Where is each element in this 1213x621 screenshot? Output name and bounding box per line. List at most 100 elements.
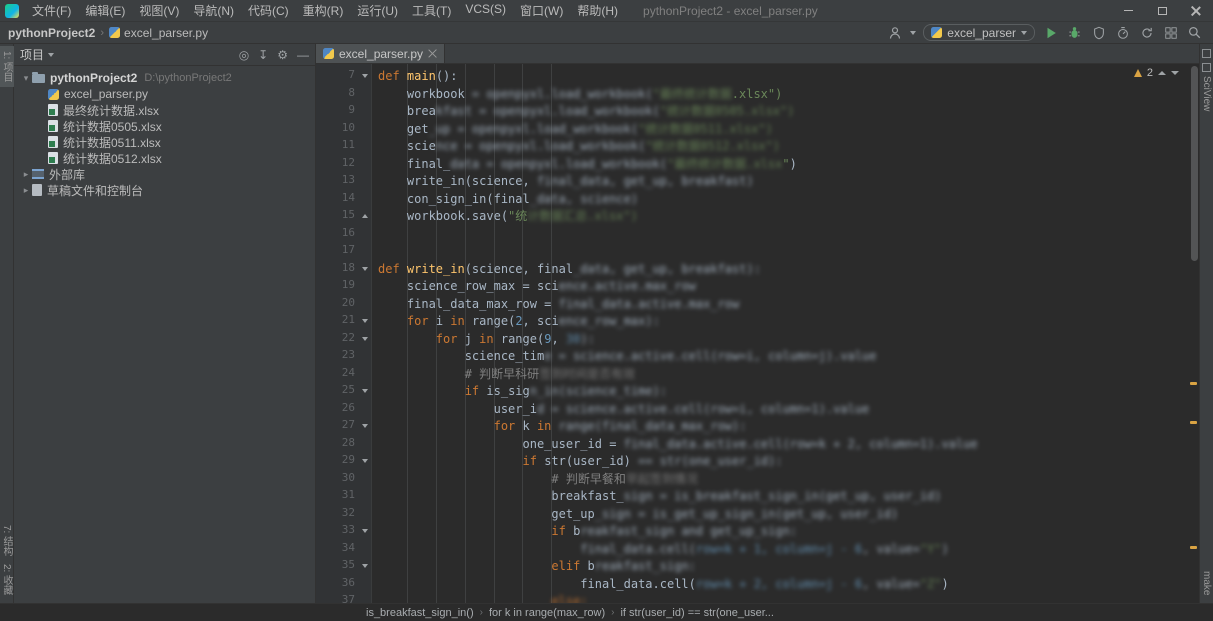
coverage-button[interactable] xyxy=(1090,24,1107,41)
code-line-28: one_user_id = final_data.active.cell(row… xyxy=(378,436,1199,454)
chevron-down-icon[interactable] xyxy=(910,31,916,35)
window-controls xyxy=(1111,0,1213,22)
menu-bar: 文件(F)编辑(E)视图(V)导航(N)代码(C)重构(R)运行(U)工具(T)… xyxy=(25,2,625,19)
close-tab-icon[interactable] xyxy=(428,49,437,58)
tree-item-label: pythonProject2 xyxy=(50,71,137,85)
fold-down-icon[interactable] xyxy=(362,529,368,533)
right-stripe-icon[interactable] xyxy=(1202,49,1211,58)
scratch-icon xyxy=(32,184,42,196)
locate-icon[interactable]: ◎ xyxy=(239,48,249,62)
tree-item[interactable]: ▸ 草稿文件和控制台 xyxy=(14,182,315,198)
tool-stripe-make[interactable]: make xyxy=(1201,571,1212,595)
editor-body[interactable]: 7891011121314151617181920212223242526272… xyxy=(316,64,1199,603)
chevron-down-icon[interactable]: ▾ xyxy=(20,73,32,84)
profiler-button[interactable] xyxy=(1114,24,1131,41)
fold-down-icon[interactable] xyxy=(362,267,368,271)
fold-down-icon[interactable] xyxy=(362,389,368,393)
hide-icon[interactable]: — xyxy=(297,48,309,62)
tree-item[interactable]: 统计数据0511.xlsx xyxy=(14,134,315,150)
warning-stripe-mark[interactable] xyxy=(1190,546,1197,549)
tree-item[interactable]: 统计数据0512.xlsx xyxy=(14,150,315,166)
tool-stripe-structure[interactable]: 7: 结构 xyxy=(0,525,14,556)
menu-导航(N)[interactable]: 导航(N) xyxy=(186,2,241,19)
run-configuration-select[interactable]: excel_parser xyxy=(923,24,1035,41)
warning-stripe-mark[interactable] xyxy=(1190,382,1197,385)
menu-工具(T)[interactable]: 工具(T) xyxy=(405,2,458,19)
rerun-button[interactable] xyxy=(1138,24,1155,41)
maximize-button[interactable] xyxy=(1145,0,1179,22)
menu-运行(U)[interactable]: 运行(U) xyxy=(350,2,405,19)
tree-item-label: 外部库 xyxy=(49,166,85,183)
fold-down-icon[interactable] xyxy=(362,564,368,568)
next-warning-icon[interactable] xyxy=(1171,71,1179,75)
user-icon xyxy=(887,25,903,41)
tree-item-label: 草稿文件和控制台 xyxy=(47,182,143,199)
menu-窗口(W)[interactable]: 窗口(W) xyxy=(513,2,570,19)
status-crumb-function[interactable]: is_breakfast_sign_in() xyxy=(366,607,474,619)
close-icon xyxy=(1191,6,1201,16)
python-config-icon xyxy=(931,27,942,38)
code-area[interactable]: def main(): workbook = openpyxl.load_wor… xyxy=(372,64,1199,603)
fold-down-icon[interactable] xyxy=(362,337,368,341)
tool-stripe-favorites[interactable]: 2: 收藏 xyxy=(0,564,14,595)
warning-stripe-mark[interactable] xyxy=(1190,421,1197,424)
tool-stripe-sciview[interactable]: SciView xyxy=(1201,76,1212,111)
search-everywhere-button[interactable] xyxy=(1186,24,1203,41)
code-line-11: science = openpyxl.load_workbook("统计数据05… xyxy=(378,138,1199,156)
fold-up-icon[interactable] xyxy=(362,214,368,218)
menu-重构(R)[interactable]: 重构(R) xyxy=(296,2,351,19)
minimize-button[interactable] xyxy=(1111,0,1145,22)
menu-代码(C)[interactable]: 代码(C) xyxy=(241,2,296,19)
status-crumb-condition[interactable]: if str(user_id) == str(one_user... xyxy=(620,607,773,619)
tree-item[interactable]: 统计数据0505.xlsx xyxy=(14,118,315,134)
chevron-right-icon[interactable]: ▸ xyxy=(20,169,32,180)
tab-excel-parser[interactable]: excel_parser.py xyxy=(316,44,445,63)
tree-item[interactable]: ▾pythonProject2D:\pythonProject2 xyxy=(14,70,315,86)
tree-item[interactable]: 最终统计数据.xlsx xyxy=(14,102,315,118)
breadcrumb-project[interactable]: pythonProject2 xyxy=(8,26,95,40)
run-button[interactable] xyxy=(1042,24,1059,41)
chevron-right-icon[interactable]: ▸ xyxy=(20,185,32,196)
code-line-21: for i in range(2, science_row_max): xyxy=(378,313,1199,331)
close-button[interactable] xyxy=(1179,0,1213,22)
chevron-down-icon[interactable] xyxy=(48,53,54,57)
tree-item[interactable]: ▸ 外部库 xyxy=(14,166,315,182)
fold-down-icon[interactable] xyxy=(362,74,368,78)
fold-down-icon[interactable] xyxy=(362,424,368,428)
menu-文件(F)[interactable]: 文件(F) xyxy=(25,2,78,19)
debug-button[interactable] xyxy=(1066,24,1083,41)
tree-item[interactable]: excel_parser.py xyxy=(14,86,315,102)
line-number: 23 xyxy=(316,348,371,361)
code-line-34: final_data.cell(row=k + 1, column=j - 6,… xyxy=(378,541,1199,559)
fold-down-icon[interactable] xyxy=(362,459,368,463)
editor-scrollbar[interactable] xyxy=(1190,64,1199,603)
inspections-widget[interactable]: 2 xyxy=(1134,67,1179,79)
tree-item-label: excel_parser.py xyxy=(64,87,148,101)
services-button[interactable] xyxy=(1162,24,1179,41)
left-stripe-bottom: 7: 结构 2: 收藏 xyxy=(0,521,14,603)
python-file-icon xyxy=(323,48,334,59)
line-number: 8 xyxy=(316,86,371,99)
code-line-31: breakfast_sign = is_breakfast_sign_in(ge… xyxy=(378,488,1199,506)
collapse-all-icon[interactable]: ↧ xyxy=(258,48,268,62)
scrollbar-thumb[interactable] xyxy=(1191,66,1198,261)
fold-down-icon[interactable] xyxy=(362,319,368,323)
gear-icon[interactable]: ⚙ xyxy=(277,48,288,62)
menu-编辑(E)[interactable]: 编辑(E) xyxy=(78,2,132,19)
previous-warning-icon[interactable] xyxy=(1158,71,1166,75)
code-line-26: user_id = science.active.cell(row=i, col… xyxy=(378,401,1199,419)
warning-icon xyxy=(1134,69,1142,77)
menu-帮助(H)[interactable]: 帮助(H) xyxy=(570,2,625,19)
right-stripe-icon[interactable] xyxy=(1202,63,1211,72)
run-configuration-label: excel_parser xyxy=(947,26,1016,40)
menu-视图(V)[interactable]: 视图(V) xyxy=(132,2,186,19)
tree-item-label: 统计数据0511.xlsx xyxy=(63,134,161,151)
tool-stripe-project[interactable]: 1: 项目 xyxy=(0,46,15,87)
menu-VCS(S)[interactable]: VCS(S) xyxy=(458,2,513,19)
user-button[interactable] xyxy=(886,24,903,41)
status-crumb-loop[interactable]: for k in range(max_row) xyxy=(489,607,605,619)
breadcrumb-file[interactable]: excel_parser.py xyxy=(124,26,208,40)
project-panel-toolbar: ◎ ↧ ⚙ — xyxy=(239,48,309,62)
project-panel-title[interactable]: 项目 xyxy=(20,46,44,63)
main-area: 1: 项目 7: 结构 2: 收藏 项目 ◎ ↧ ⚙ — ▾ pythonProj… xyxy=(0,44,1213,603)
